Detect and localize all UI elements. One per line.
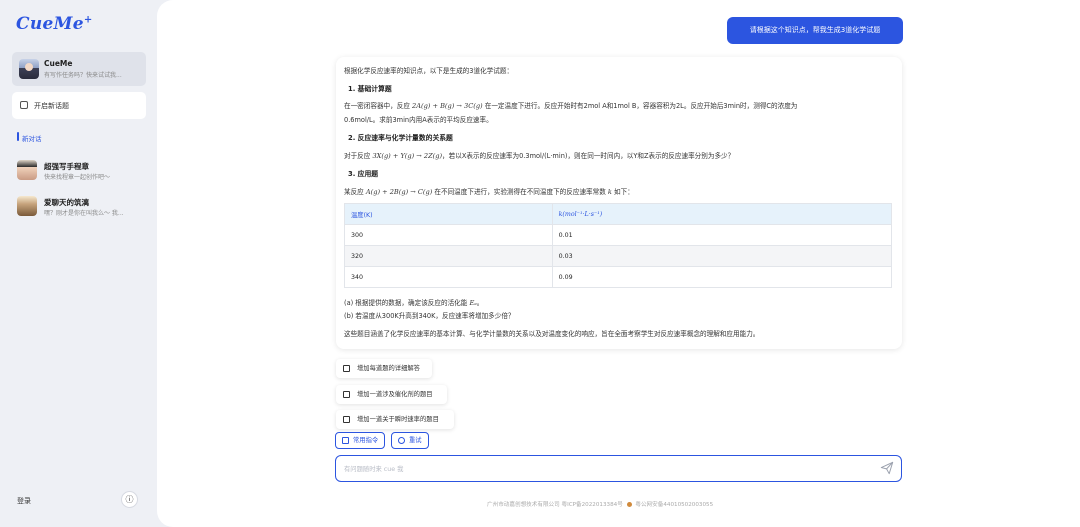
chat-title: 爱聊天的筑漓 [44,198,89,207]
question-1-text-cont: 0.6mol/L。求前3min内用A表示的平均反应速率。 [344,116,493,124]
logo[interactable]: CueMe+ [16,14,93,34]
new-chat-icon [20,101,28,109]
login-button[interactable]: 登录 [17,496,31,506]
send-icon[interactable] [880,461,894,475]
table-row: 300 0.01 [344,224,893,246]
table-header-row: 温度(K) k(mol⁻¹·L·s⁻¹) [344,203,893,225]
question-1-heading: 1. 基础计算题 [348,85,392,93]
table-cell: 300 [344,224,553,246]
question-3-heading: 3. 应用题 [348,170,379,178]
answer-summary: 这些题目涵盖了化学反应速率的基本计算、与化学计量数的关系以及对温度变化的响应，旨… [344,330,760,338]
commands-icon [342,437,349,444]
chat-subtitle: 嘿？刚才是你在叫我么～ 我... [44,210,124,217]
sub-question-a: (a) 根据提供的数据，确定该反应的活化能 Eₐ。 [344,299,484,307]
rate-constant-table: 温度(K) k(mol⁻¹·L·s⁻¹) 300 0.01 320 0.03 3… [344,203,893,288]
bot-subtitle: 有写作任务吗？快来试试我... [44,72,122,79]
suggestion-icon [343,416,350,423]
info-icon[interactable]: ⓘ [121,491,138,508]
sub-question-b: (b) 若温度从300K升高到340K，反应速率将增加多少倍？ [344,312,515,320]
chat-subtitle: 快来找程章一起创作吧～ [44,174,111,181]
retry-icon [398,437,405,444]
assistant-answer: 根据化学反应速率的知识点，以下是生成的3道化学试题： 1. 基础计算题 在一密闭… [336,57,902,349]
chat-title: 超强写手程章 [44,162,89,171]
table-row: 340 0.09 [344,266,893,288]
section-new-conversation[interactable]: 新对话 [22,133,42,143]
table-cell: 0.03 [551,245,893,267]
sidebar-current-bot[interactable]: CueMe 有写作任务吗？快来试试我... [12,52,146,86]
footer: 广州市动嘉创想技术有限公司 粤ICP备2022013384号 粤公网安备4401… [487,500,713,508]
table-cell: 320 [344,245,553,267]
answer-intro: 根据化学反应速率的知识点，以下是生成的3道化学试题： [344,67,514,75]
user-message: 请根据这个知识点，帮我生成3道化学试题 [727,17,903,44]
avatar [17,160,37,180]
police-badge-icon [626,502,632,507]
sidebar: CueMe+ CueMe 有写作任务吗？快来试试我... 开启新话题 新对话 超… [0,0,157,527]
table-cell: 0.01 [551,224,893,246]
chat-panel: 请根据这个知识点，帮我生成3道化学试题 根据化学反应速率的知识点，以下是生成的3… [157,0,1080,527]
suggestion-button[interactable]: 增加每道题的详细解答 [336,359,432,378]
table-row: 320 0.03 [344,245,893,267]
avatar [17,196,37,216]
app-root: CueMe+ CueMe 有写作任务吗？快来试试我... 开启新话题 新对话 超… [0,0,1080,527]
avatar [19,59,39,79]
section-indicator [17,132,19,141]
footer-police[interactable]: 粤公网安备44010502003055 [635,502,713,508]
new-chat-button[interactable]: 开启新话题 [12,92,146,119]
common-commands-button[interactable]: 常用指令 [335,432,385,449]
chat-input-box [335,455,902,482]
new-chat-label: 开启新话题 [34,102,69,110]
suggestion-icon [343,391,350,398]
table-header: k(mol⁻¹·L·s⁻¹) [551,203,893,225]
table-cell: 340 [344,266,553,288]
question-2-heading: 2. 反应速率与化学计量数的关系题 [348,134,453,142]
bot-name: CueMe [44,59,73,68]
question-1-text: 在一密闭容器中，反应 2A(g) + B(g) → 3C(g) 在一定温度下进行… [344,102,798,110]
suggestion-icon [343,365,350,372]
footer-icp[interactable]: 广州市动嘉创想技术有限公司 粤ICP备2022013384号 [487,502,623,508]
chat-input[interactable] [344,462,864,476]
table-header: 温度(K) [344,203,553,225]
question-3-text: 某反应 A(g) + 2B(g) → C(g) 在不同温度下进行，实验测得在不同… [344,188,634,196]
suggestion-button[interactable]: 增加一道涉及催化剂的题目 [336,385,447,404]
table-cell: 0.09 [551,266,893,288]
question-2-text: 对于反应 3X(g) + Y(g) → 2Z(g)，若以X表示的反应速率为0.3… [344,152,735,160]
retry-button[interactable]: 重试 [391,432,429,449]
suggestion-button[interactable]: 增加一道关于瞬时速率的题目 [336,410,454,429]
